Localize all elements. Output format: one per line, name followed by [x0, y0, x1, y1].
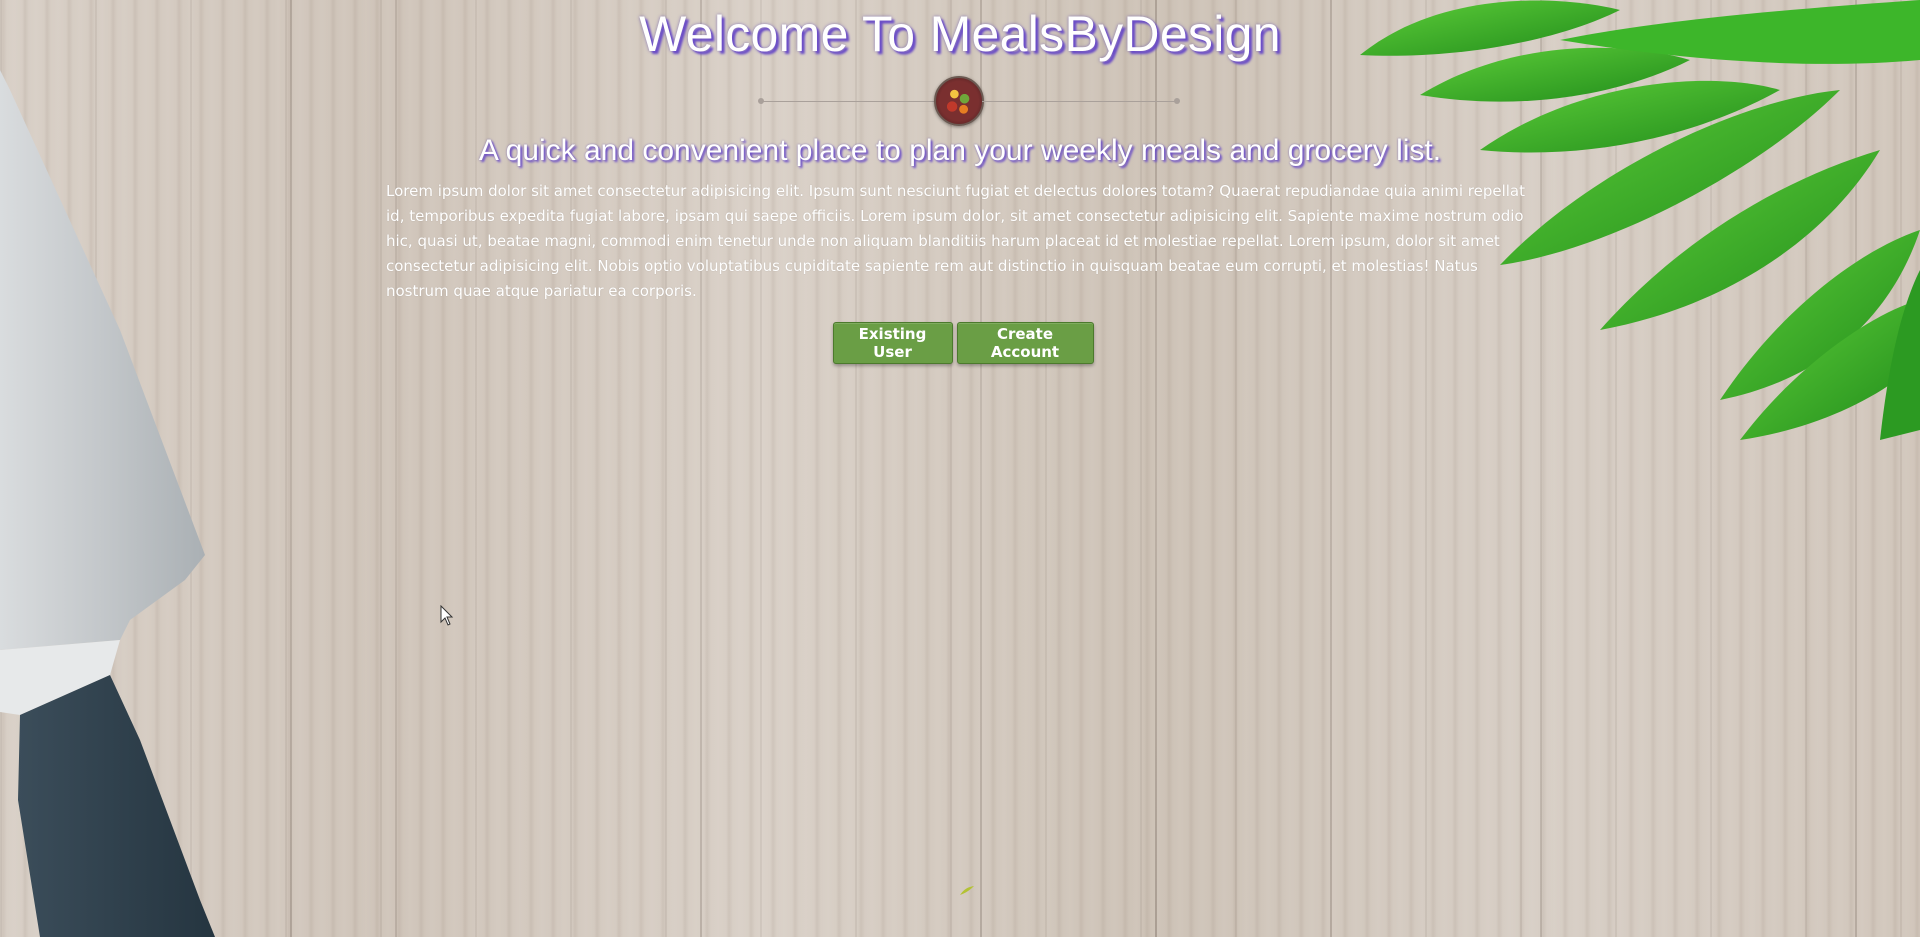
page-title: Welcome To MealsByDesign — [639, 6, 1281, 62]
divider-dot — [1174, 98, 1180, 104]
title-divider — [370, 73, 1550, 133]
mouse-cursor-icon — [440, 605, 454, 626]
meal-plate-logo-icon — [934, 76, 984, 126]
hero-section: Welcome To MealsByDesign A quick and con… — [370, 0, 1550, 364]
divider-line — [982, 101, 1176, 102]
divider-line — [762, 101, 948, 102]
auth-actions: Existing User Create Account — [370, 322, 1550, 364]
intro-paragraph: Lorem ipsum dolor sit amet consectetur a… — [386, 182, 1526, 300]
knife-image — [0, 70, 215, 937]
existing-user-button[interactable]: Existing User — [832, 322, 953, 364]
herb-sprig-image — [960, 886, 974, 895]
page-subtitle: A quick and convenient place to plan you… — [478, 134, 1442, 167]
create-account-button[interactable]: Create Account — [956, 322, 1094, 364]
wood-grain-line — [290, 0, 292, 937]
